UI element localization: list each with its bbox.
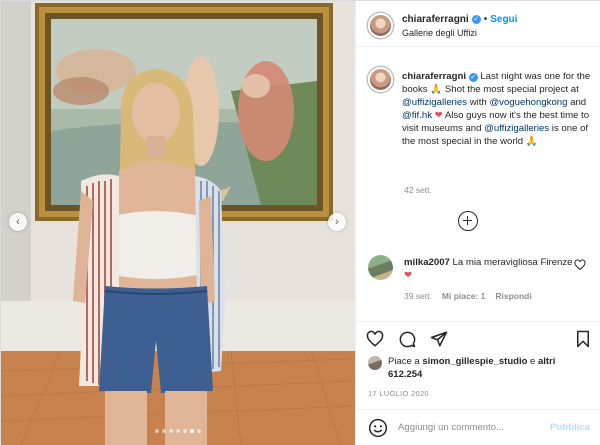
next-slide-button[interactable]: › [328, 213, 346, 231]
chevron-right-icon: › [335, 215, 339, 228]
reply-button[interactable]: Rispondi [495, 291, 531, 301]
chevron-left-icon: ‹ [16, 215, 20, 228]
carousel-dot [176, 429, 180, 433]
liker-username[interactable]: simon_gillespie_studio [422, 356, 527, 367]
comment-timestamp[interactable]: 39 sett. [404, 291, 432, 301]
comment-body: La mia meravigliosa Firenze [452, 257, 573, 268]
carousel-dot [169, 429, 173, 433]
liker-avatar[interactable] [368, 356, 382, 370]
commenter-username[interactable]: milka2007 [404, 257, 450, 268]
comment-likes-count[interactable]: Mi piace: 1 [442, 291, 485, 301]
author-username[interactable]: chiaraferragni [402, 14, 469, 25]
mention-link[interactable]: @uffizigalleries [402, 97, 467, 108]
paper-plane-icon[interactable] [430, 330, 448, 348]
carousel-dot [162, 429, 166, 433]
likes-middle: e [527, 356, 538, 367]
red-heart-emoji: ❤ [434, 110, 443, 121]
folded-hands-emoji: 🙏 [430, 84, 443, 95]
likes-count: 612.254 [388, 369, 423, 380]
post-image[interactable]: ‹ › [1, 1, 355, 445]
add-comment-bar: Aggiungi un commento... Pubblica [356, 409, 600, 445]
comment-like-heart-icon[interactable] [574, 259, 586, 271]
mention-link[interactable]: @fif.hk [402, 110, 432, 121]
carousel-dot [183, 429, 187, 433]
instagram-post: ‹ › chiaraferragni ✓ • Segui Gallerie de… [0, 0, 600, 445]
caption-timestamp[interactable]: 42 sett. [404, 185, 432, 195]
comment-text: milka2007 La mia meravigliosa Firenze ❤ [404, 256, 574, 282]
previous-slide-button[interactable]: ‹ [9, 213, 27, 231]
carousel-dot-active [190, 429, 194, 433]
comment-meta: 39 sett. Mi piace: 1 Rispondi [404, 291, 532, 301]
caption-segment: with [467, 97, 490, 108]
photo-scene [1, 1, 355, 445]
mention-link[interactable]: @voguehongkong [489, 97, 567, 108]
caption-text: chiaraferragni ✓ Last night was one for … [402, 70, 598, 148]
verified-badge-icon: ✓ [471, 15, 481, 24]
plus-circle-icon[interactable] [458, 211, 478, 231]
action-icons [366, 330, 448, 348]
likes-others-prefix: altri [537, 356, 556, 367]
caption-segment: Shot the most special project at [442, 84, 579, 95]
publish-button[interactable]: Pubblica [550, 422, 590, 433]
bookmark-icon[interactable] [574, 330, 592, 348]
post-header: chiaraferragni ✓ • Segui Gallerie degli … [356, 1, 600, 47]
author-line: chiaraferragni ✓ • Segui [402, 14, 517, 25]
mention-link[interactable]: @uffizigalleries [484, 123, 549, 134]
post-actions: Piace a simon_gillespie_studio e altri 6… [356, 321, 600, 409]
separator-dot: • [483, 14, 488, 25]
carousel-dot [197, 429, 201, 433]
caption-author-avatar[interactable] [368, 67, 393, 92]
commenter-avatar[interactable] [368, 255, 393, 280]
carousel-dot [155, 429, 159, 433]
caption-username[interactable]: chiaraferragni [402, 71, 466, 82]
red-heart-emoji: ❤ [404, 270, 413, 281]
folded-hands-emoji: 🙏 [525, 136, 538, 147]
comment-input[interactable]: Aggiungi un commento... [398, 422, 504, 433]
caption-segment: and [567, 97, 587, 108]
smiley-icon[interactable] [368, 418, 388, 438]
follow-button[interactable]: Segui [490, 14, 517, 25]
carousel-indicator [1, 429, 355, 433]
likes-prefix: Piace a [388, 356, 423, 367]
comments-section: chiaraferragni ✓ Last night was one for … [356, 47, 600, 321]
verified-badge-icon: ✓ [468, 73, 478, 82]
heart-icon[interactable] [366, 330, 384, 348]
author-avatar[interactable] [368, 13, 393, 38]
likes-text: Piace a simon_gillespie_studio e altri 6… [388, 355, 588, 381]
location-link[interactable]: Gallerie degli Uffizi [402, 28, 477, 38]
post-sidebar: chiaraferragni ✓ • Segui Gallerie degli … [355, 1, 600, 445]
comment-icon[interactable] [398, 330, 416, 348]
post-date[interactable]: 17 LUGLIO 2020 [368, 389, 429, 398]
